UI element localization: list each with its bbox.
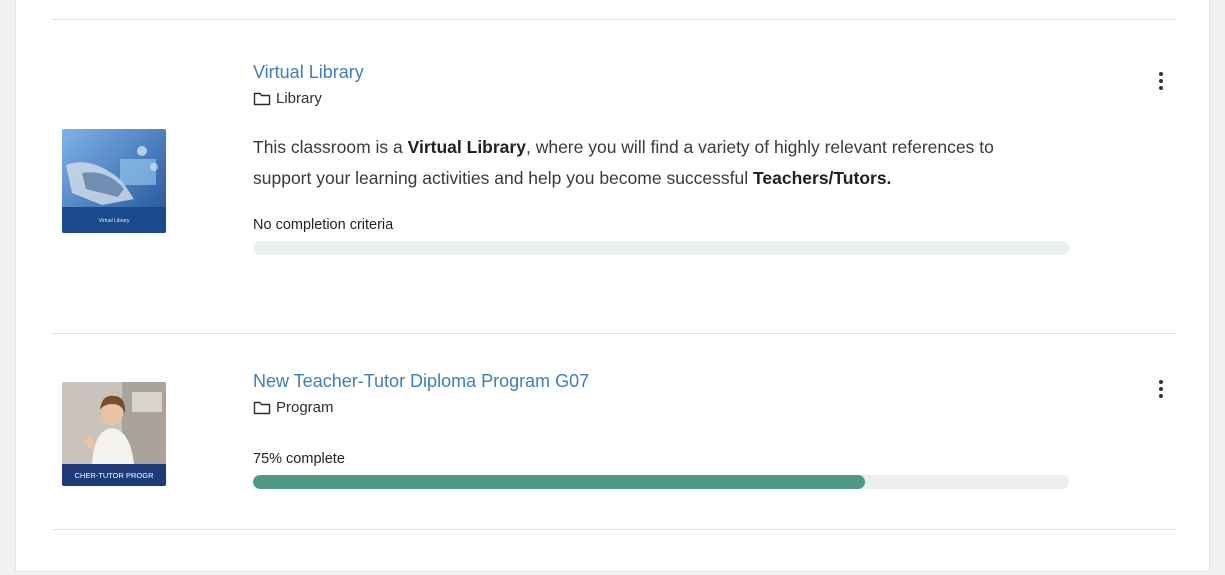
more-vertical-icon bbox=[1159, 72, 1163, 90]
course-title-link[interactable]: Virtual Library bbox=[253, 61, 1073, 83]
course-content: Virtual Library Library This classroom i… bbox=[253, 61, 1073, 255]
more-vertical-icon bbox=[1159, 380, 1163, 398]
course-content: New Teacher-Tutor Diploma Program G07 Pr… bbox=[253, 370, 1073, 489]
course-list-panel: Virtual Library Virtual Library Library … bbox=[15, 0, 1210, 572]
course-category-label: Program bbox=[276, 399, 334, 416]
course-thumbnail-image: Virtual Library bbox=[62, 129, 166, 233]
progress-bar bbox=[253, 475, 1069, 489]
summary-bold: Virtual Library bbox=[407, 137, 526, 157]
course-progress: No completion criteria bbox=[253, 216, 1073, 255]
course-category-label: Library bbox=[276, 90, 322, 107]
course-title-link[interactable]: New Teacher-Tutor Diploma Program G07 bbox=[253, 370, 1073, 392]
divider bbox=[52, 19, 1176, 20]
course-category: Library bbox=[253, 90, 1073, 108]
progress-label: 75% complete bbox=[253, 451, 345, 467]
course-summary: This classroom is a Virtual Library, whe… bbox=[253, 132, 1013, 194]
course-progress: 75% complete bbox=[253, 450, 1073, 489]
course-category: Program bbox=[253, 399, 1073, 417]
divider bbox=[52, 333, 1176, 334]
divider bbox=[52, 529, 1176, 530]
course-actions-button[interactable] bbox=[1149, 69, 1173, 93]
thumbnail-caption: CHER-TUTOR PROGR bbox=[74, 471, 154, 480]
course-thumbnail[interactable]: Virtual Library bbox=[62, 129, 166, 233]
summary-bold: Teachers/Tutors. bbox=[753, 168, 892, 188]
progress-label: No completion criteria bbox=[253, 217, 394, 233]
progress-bar-fill bbox=[253, 475, 865, 489]
course-thumbnail-image: CHER-TUTOR PROGR bbox=[62, 382, 166, 486]
folder-icon bbox=[253, 401, 271, 415]
thumbnail-caption: Virtual Library bbox=[99, 218, 130, 224]
course-thumbnail[interactable]: CHER-TUTOR PROGR bbox=[62, 382, 166, 486]
course-actions-button[interactable] bbox=[1149, 377, 1173, 401]
summary-text: This classroom is a bbox=[253, 137, 408, 157]
folder-icon bbox=[253, 92, 271, 106]
progress-bar bbox=[253, 241, 1069, 255]
